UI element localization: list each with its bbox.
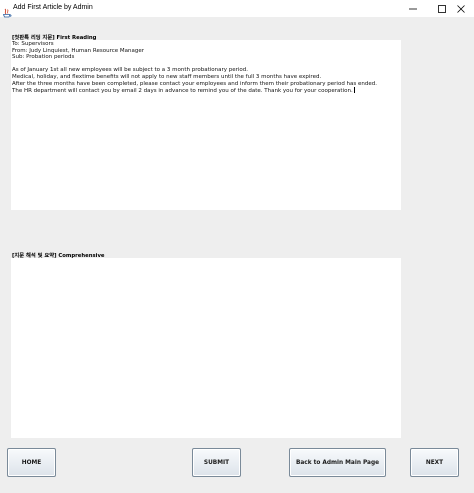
close-icon [457, 5, 465, 13]
article-line-to: To: Supervisors [12, 41, 54, 47]
submit-button[interactable]: SUBMIT [192, 448, 241, 477]
text-caret [353, 87, 355, 94]
article-line-subject: Sub: Probation periods [12, 54, 75, 61]
article-text-area[interactable]: To: Supervisors From: Judy Linquiest, Hu… [11, 40, 401, 210]
article-line-body-1: As of January 1st all new employees will… [12, 67, 249, 74]
window-title-bar: Add First Article by Admin [0, 0, 474, 18]
article-line-body-2: Medical, holiday, and flextime benefits … [12, 73, 322, 80]
article-line-from: From: Judy Linquiest, Human Resource Man… [12, 47, 144, 54]
home-button[interactable]: HOME [7, 448, 56, 477]
close-button[interactable] [448, 0, 474, 17]
minimize-icon [409, 8, 417, 10]
article-line-body-4-text: The HR department will contact you by em… [12, 88, 353, 95]
java-app-icon [2, 3, 12, 18]
window-title: Add First Article by Admin [13, 4, 93, 11]
maximize-icon [438, 5, 446, 13]
minimize-button[interactable] [400, 0, 426, 17]
back-to-admin-main-button[interactable]: Back to Admin Main Page [289, 448, 386, 477]
next-button[interactable]: NEXT [410, 448, 459, 477]
article-line-body-4: The HR department will contact you by em… [11, 87, 401, 95]
comprehensive-text-area[interactable] [11, 258, 401, 438]
article-line-body-3: After the three months have been complet… [12, 80, 378, 87]
